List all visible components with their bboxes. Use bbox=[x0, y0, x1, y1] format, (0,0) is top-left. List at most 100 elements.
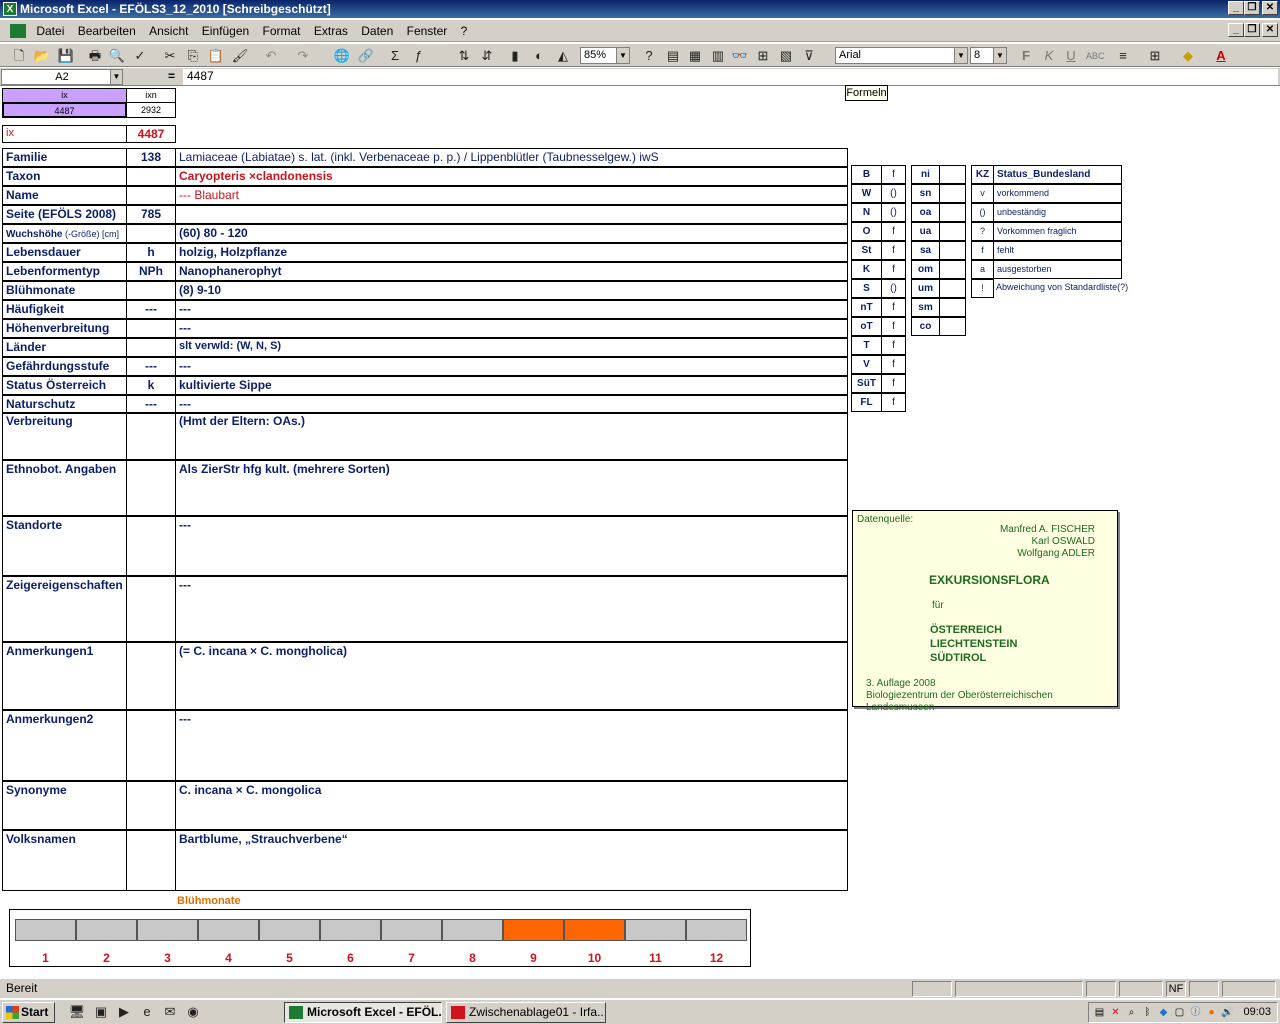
chevron-down-icon[interactable]: ▼ bbox=[110, 70, 122, 84]
workbook-icon[interactable] bbox=[10, 24, 26, 38]
row-label[interactable]: Volksnamen bbox=[2, 830, 127, 891]
row-code[interactable]: 138 bbox=[126, 148, 176, 167]
menu-bearbeiten[interactable]: Bearbeiten bbox=[73, 20, 141, 42]
row-label[interactable]: Ethnobot. Angaben bbox=[2, 460, 127, 516]
altitude-key[interactable]: om bbox=[911, 260, 940, 279]
legend-value[interactable]: vorkommend bbox=[993, 184, 1122, 203]
state-value[interactable]: f bbox=[881, 222, 906, 241]
bold-button[interactable]: F bbox=[1017, 47, 1035, 65]
font-combo[interactable]: Arial ▼ bbox=[835, 47, 968, 64]
row-value[interactable]: Nanophanerophyt bbox=[175, 262, 848, 281]
state-value[interactable]: f bbox=[881, 393, 906, 412]
row-code[interactable] bbox=[126, 781, 176, 830]
row-code[interactable] bbox=[126, 186, 176, 205]
row-code[interactable] bbox=[126, 281, 176, 300]
security-icon[interactable]: ✕ bbox=[1109, 1006, 1122, 1019]
row-value[interactable] bbox=[175, 205, 848, 224]
state-key[interactable]: B bbox=[851, 165, 882, 184]
row-code[interactable]: --- bbox=[126, 357, 176, 376]
task-irfanview[interactable]: Zwischenablage01 - Irfa... bbox=[446, 1002, 606, 1023]
zoom-combo[interactable]: 85% ▼ bbox=[580, 47, 630, 64]
row-label[interactable]: Blühmonate bbox=[2, 281, 127, 300]
open-folder-icon[interactable]: 📂 bbox=[33, 47, 51, 65]
menu-daten[interactable]: Daten bbox=[356, 20, 398, 42]
row-value[interactable]: Lamiaceae (Labiatae) s. lat. (inkl. Verb… bbox=[175, 148, 848, 167]
close-button[interactable]: ✕ bbox=[1262, 1, 1278, 15]
altitude-key[interactable]: co bbox=[911, 317, 940, 336]
menu-ansicht[interactable]: Ansicht bbox=[144, 20, 193, 42]
state-key[interactable]: oT bbox=[851, 317, 882, 336]
state-key[interactable]: T bbox=[851, 336, 882, 355]
quicklaunch-mail-icon[interactable]: ✉ bbox=[161, 1003, 179, 1021]
maximize-button[interactable]: ❐ bbox=[1244, 1, 1260, 15]
menu-datei[interactable]: Datei bbox=[31, 20, 69, 42]
altitude-key[interactable]: ni bbox=[911, 165, 940, 184]
chevron-down-icon[interactable]: ▼ bbox=[616, 48, 629, 63]
cut-icon[interactable]: ✂ bbox=[161, 47, 179, 65]
row-code[interactable]: k bbox=[126, 376, 176, 395]
row-label[interactable]: Verbreitung bbox=[2, 412, 127, 460]
state-value[interactable]: f bbox=[881, 336, 906, 355]
row-value[interactable]: --- bbox=[175, 319, 848, 338]
strikethrough-icon[interactable]: ABC bbox=[1086, 47, 1105, 65]
row-value[interactable]: --- bbox=[175, 357, 848, 376]
quicklaunch-ie-icon[interactable]: e bbox=[138, 1003, 156, 1021]
row-code[interactable]: 785 bbox=[126, 205, 176, 224]
row-label[interactable]: Höhenverbreitung bbox=[2, 319, 127, 338]
globe-icon[interactable]: 🌐 bbox=[333, 47, 351, 65]
undo-icon[interactable]: ↶ bbox=[262, 47, 280, 65]
row-code[interactable] bbox=[126, 642, 176, 710]
altitude-key[interactable]: um bbox=[911, 279, 940, 298]
row-code[interactable] bbox=[126, 460, 176, 516]
row-label[interactable]: Länder bbox=[2, 338, 127, 357]
paste-icon[interactable]: 📋 bbox=[207, 47, 225, 65]
menu-help[interactable]: ? bbox=[456, 20, 473, 42]
state-value[interactable]: f bbox=[881, 374, 906, 393]
row-value[interactable]: slt verwld: (W, N, S) bbox=[175, 338, 848, 357]
search-icon[interactable]: ⌕ bbox=[1125, 1006, 1138, 1019]
state-key[interactable]: K bbox=[851, 260, 882, 279]
altitude-key[interactable]: sa bbox=[911, 241, 940, 260]
legend-key[interactable]: ? bbox=[971, 222, 994, 241]
state-value[interactable]: f bbox=[881, 355, 906, 374]
chart-wizard-icon[interactable]: ▮ bbox=[506, 47, 524, 65]
legend-value[interactable]: unbeständig bbox=[993, 203, 1122, 222]
row-value[interactable]: Bartblume, „Strauchverbene“ bbox=[175, 830, 848, 891]
info-icon[interactable]: ⓘ bbox=[1189, 1006, 1202, 1019]
row-value[interactable]: holzig, Holzpflanze bbox=[175, 243, 848, 262]
copy-icon[interactable]: ⎘ bbox=[184, 47, 202, 65]
legend-value[interactable]: Vorkommen fraglich bbox=[993, 222, 1122, 241]
calendar-icon[interactable]: ▥ bbox=[709, 47, 727, 65]
altitude-value[interactable] bbox=[939, 165, 966, 184]
row-value[interactable]: (= C. incana × C. mongholica) bbox=[175, 642, 848, 710]
row-value[interactable]: C. incana × C. mongolica bbox=[175, 781, 848, 830]
volume-icon[interactable]: 🔊 bbox=[1221, 1006, 1234, 1019]
row-code[interactable] bbox=[126, 224, 176, 243]
state-key[interactable]: nT bbox=[851, 298, 882, 317]
state-key[interactable]: S bbox=[851, 279, 882, 298]
menu-fenster[interactable]: Fenster bbox=[402, 20, 453, 42]
legend-key[interactable]: v bbox=[971, 184, 994, 203]
quicklaunch-media-icon[interactable]: ▶ bbox=[115, 1003, 133, 1021]
legend-value[interactable]: ausgestorben bbox=[993, 260, 1122, 279]
binoculars-icon[interactable]: 👓 bbox=[731, 47, 749, 65]
ix-header-cell[interactable]: ix bbox=[2, 88, 127, 103]
align-icon[interactable]: ≡ bbox=[1114, 47, 1132, 65]
row-value[interactable]: --- Blaubart bbox=[175, 186, 848, 205]
altitude-value[interactable] bbox=[939, 222, 966, 241]
save-icon[interactable]: 💾 bbox=[57, 47, 75, 65]
name-box[interactable]: A2 ▼ bbox=[1, 69, 123, 85]
state-key[interactable]: FL bbox=[851, 393, 882, 412]
underline-button[interactable]: U bbox=[1062, 47, 1080, 65]
legend-key[interactable]: () bbox=[971, 203, 994, 222]
ixn-value-cell[interactable]: 2932 bbox=[126, 102, 176, 118]
doc-restore-button[interactable]: ❐ bbox=[1244, 23, 1260, 37]
ix-number-cell[interactable]: 4487 bbox=[126, 125, 176, 143]
menu-einfuegen[interactable]: Einfügen bbox=[197, 20, 254, 42]
legend-header-kz[interactable]: KZ bbox=[971, 165, 994, 184]
row-code[interactable] bbox=[126, 167, 176, 186]
row-label[interactable]: Status Österreich bbox=[2, 376, 127, 395]
quicklaunch-desktop-icon[interactable]: ▣ bbox=[92, 1003, 110, 1021]
row-label[interactable]: Zeigereigenschaften bbox=[2, 576, 127, 642]
legend-key[interactable]: a bbox=[971, 260, 994, 279]
